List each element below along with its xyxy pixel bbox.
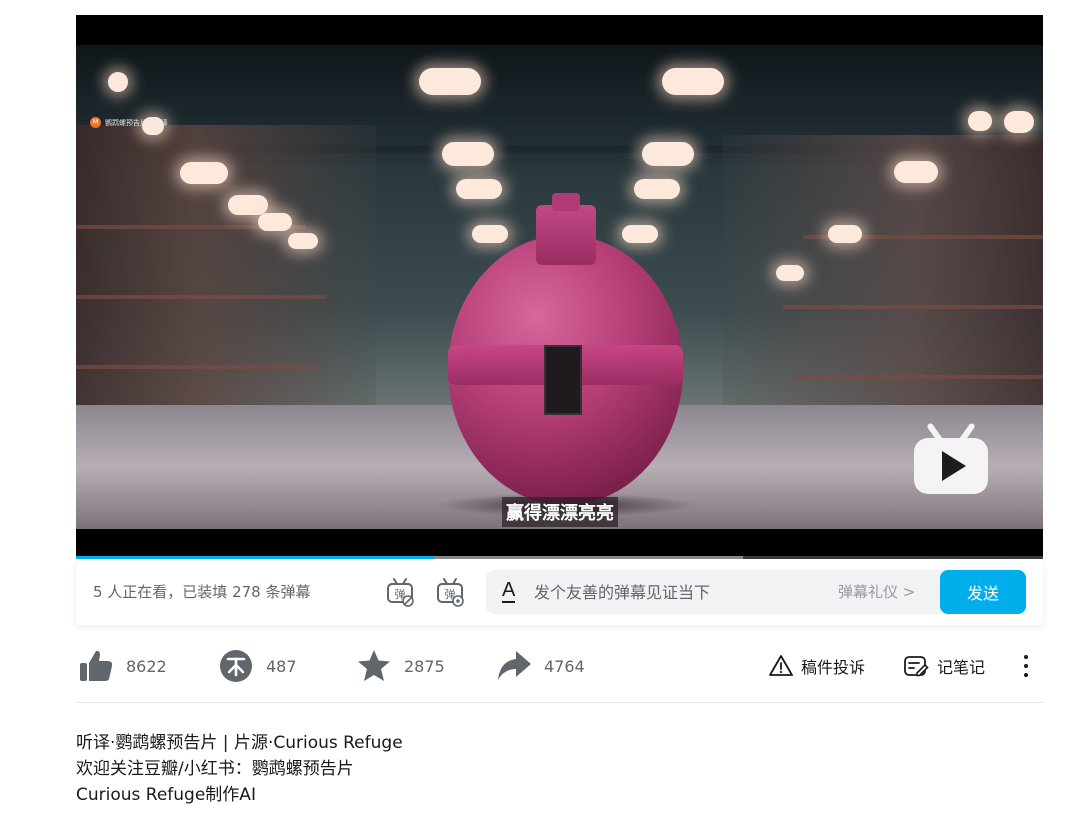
rack-bar <box>793 375 1043 379</box>
warning-icon <box>769 655 793 676</box>
thumbs-up-icon <box>80 650 113 681</box>
video-frame[interactable]: M 鹦鹉螺预告片 · 翻译 赢得漂漂亮亮 <box>76 45 1043 529</box>
send-danmaku-button[interactable]: 发送 <box>940 570 1026 614</box>
video-toolbar: 8622 487 2875 4764 稿件投诉 记笔记 <box>76 640 1043 692</box>
section-divider <box>76 702 1043 703</box>
favorite-button[interactable]: 2875 <box>356 648 445 684</box>
report-label: 稿件投诉 <box>801 658 866 677</box>
rack-bar <box>783 305 1043 309</box>
rack-bar <box>76 295 326 299</box>
danmaku-style-icon[interactable]: A <box>502 579 516 603</box>
share-arrow-icon <box>498 651 531 680</box>
ceiling-lamp <box>662 68 724 95</box>
ceiling-lamp <box>442 142 494 166</box>
ceiling-lamp <box>456 179 502 199</box>
video-player[interactable]: M 鹦鹉螺预告片 · 翻译 赢得漂漂亮亮 <box>76 15 1043 560</box>
ceiling-lamp <box>288 233 318 249</box>
danmaku-etiquette-link[interactable]: 弹幕礼仪 > <box>838 570 915 614</box>
danmaku-input[interactable] <box>534 570 824 614</box>
video-subtitle: 赢得漂漂亮亮 <box>502 497 618 527</box>
channel-watermark: M 鹦鹉螺预告片 · 翻译 <box>90 117 168 128</box>
ceiling-lamp <box>180 162 228 184</box>
ceiling-lamp <box>776 265 804 281</box>
ceiling-lamp <box>642 142 694 166</box>
ceiling-lamp <box>894 161 938 183</box>
watermark-text: 鹦鹉螺预告片 · 翻译 <box>105 118 168 127</box>
watermark-logo-icon: M <box>90 117 101 128</box>
sphere-control-box <box>544 345 582 415</box>
star-icon <box>358 650 390 681</box>
note-button[interactable]: 记笔记 <box>903 648 985 684</box>
danmaku-toggle-icon[interactable]: 弹 <box>384 576 416 608</box>
coin-icon <box>220 650 252 682</box>
viewer-count: 5 人正在看，已装填 278 条弹幕 <box>93 583 311 601</box>
ceiling-lamp <box>634 179 680 199</box>
rack-bar <box>76 365 316 369</box>
description-line: 欢迎关注豆瓣/小红书：鹦鹉螺预告片 <box>76 759 354 779</box>
ceiling-lamp <box>622 225 658 243</box>
bilibili-tv-play-icon[interactable] <box>912 422 990 494</box>
coin-count: 487 <box>266 656 297 676</box>
ceiling-lamp <box>258 213 292 231</box>
coin-button[interactable]: 487 <box>218 648 297 684</box>
sphere-cap <box>552 193 580 211</box>
share-count: 4764 <box>544 656 585 676</box>
ceiling-lamp <box>828 225 862 243</box>
ceiling-lamp <box>968 111 992 131</box>
like-count: 8622 <box>126 656 167 676</box>
like-button[interactable]: 8622 <box>78 648 167 684</box>
tv-body <box>914 438 988 494</box>
ceiling-lamp <box>419 68 481 95</box>
favorite-count: 2875 <box>404 656 445 676</box>
report-button[interactable]: 稿件投诉 <box>769 648 865 684</box>
ceiling-lamp <box>108 72 128 92</box>
note-label: 记笔记 <box>937 658 986 677</box>
danmaku-bar: 5 人正在看，已装填 278 条弹幕 弹 弹 A 弹幕礼仪 > 发送 <box>76 559 1043 625</box>
description-line: 听译·鹦鹉螺预告片 | 片源·Curious Refuge <box>76 733 403 753</box>
share-button[interactable]: 4764 <box>496 648 585 684</box>
play-triangle-icon <box>942 451 966 481</box>
ceiling-lamp <box>228 195 268 215</box>
ceiling-lamp <box>1004 111 1034 133</box>
danmaku-settings-icon[interactable]: 弹 <box>434 576 466 608</box>
sphere-neck <box>536 205 596 265</box>
ceiling-beam <box>76 107 1043 115</box>
description-line: Curious Refuge制作AI <box>76 785 256 805</box>
video-description: 听译·鹦鹉螺预告片 | 片源·Curious Refuge 欢迎关注豆瓣/小红书… <box>76 730 1043 808</box>
more-options-icon[interactable] <box>1016 648 1036 684</box>
ceiling-lamp <box>472 225 508 243</box>
note-icon <box>904 656 929 677</box>
